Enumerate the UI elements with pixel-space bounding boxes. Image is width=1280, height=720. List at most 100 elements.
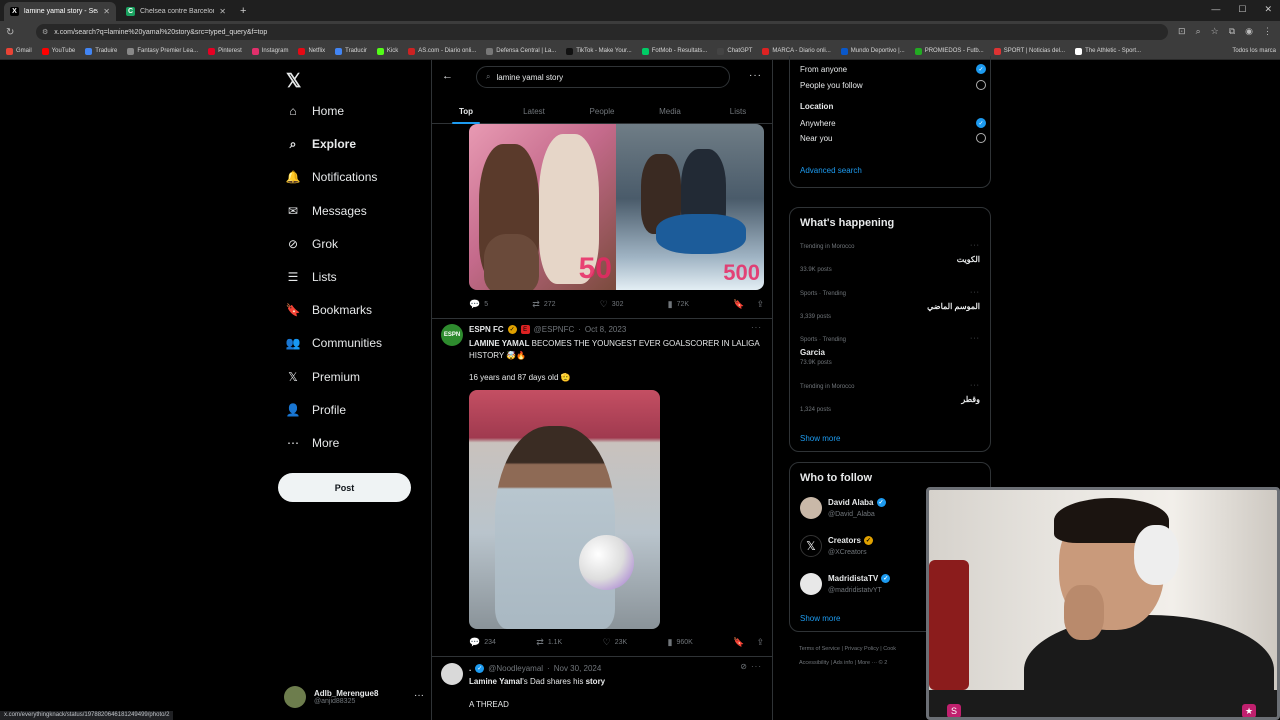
views-button[interactable]: ▮ 960K [668, 637, 693, 648]
follow-name[interactable]: Creators ✓ [828, 536, 873, 545]
avatar[interactable] [800, 497, 822, 519]
share-icon[interactable]: ⇪ [756, 637, 764, 648]
bookmark-item[interactable]: Traducir [335, 47, 367, 55]
trend-name[interactable]: الكويت [957, 255, 980, 264]
repost-button[interactable]: ⇄ 272 [532, 299, 555, 310]
follow-name[interactable]: MadridistaTV ✓ [828, 574, 891, 583]
close-tab-icon[interactable]: ✕ [219, 7, 226, 16]
tweet-date[interactable]: Nov 30, 2024 [554, 664, 602, 673]
tweet-author-name[interactable]: ESPN FC [469, 325, 504, 334]
trend-more-icon[interactable]: ··· [970, 242, 980, 249]
show-more-link[interactable]: Show more [800, 434, 840, 443]
site-info-icon[interactable]: ⚙ [42, 28, 48, 36]
trend-name[interactable]: الموسم الماضي [927, 302, 980, 311]
radio-checked-icon[interactable]: ✓ [976, 118, 986, 128]
bookmark-item[interactable]: Gmail [6, 47, 32, 55]
nav-item-communities[interactable]: 👥 Communities [286, 336, 383, 350]
filter-option[interactable]: People you follow [800, 80, 986, 90]
like-button[interactable]: ♡ 302 [600, 299, 624, 310]
tweet-author-handle[interactable]: @Noodleyamal [488, 664, 543, 673]
bookmark-item[interactable]: Fantasy Premier Lea... [127, 47, 198, 55]
bookmark-item[interactable]: Netflix [298, 47, 325, 55]
like-button[interactable]: ♡ 23K [603, 637, 628, 648]
filter-option[interactable]: Anywhere ✓ [800, 118, 986, 128]
more-options-icon[interactable]: ··· [749, 70, 762, 81]
nav-item-profile[interactable]: 👤 Profile [286, 403, 346, 417]
close-tab-icon[interactable]: ✕ [103, 7, 110, 16]
bookmark-item[interactable]: Pinterest [208, 47, 242, 55]
bookmark-item[interactable]: AS.com - Diario onli... [408, 47, 476, 55]
bookmark-item[interactable]: SPORT | Noticias del... [993, 47, 1065, 55]
nav-item-premium[interactable]: 𝕏 Premium [286, 370, 360, 384]
tweet-author-name[interactable]: . [469, 664, 471, 673]
close-window-icon[interactable]: ✕ [1264, 4, 1272, 15]
footer-link[interactable]: Accessibility [799, 660, 829, 666]
tab-top[interactable]: Top [432, 98, 500, 124]
omnibox[interactable]: ⚙ x.com/search?q=lamine%20yamal%20story&… [36, 24, 1168, 40]
profile-icon[interactable]: ◉ [1245, 26, 1253, 37]
repost-button[interactable]: ⇄ 1.1K [536, 637, 562, 648]
bookmark-item[interactable]: FotMob - Resultats... [641, 47, 707, 55]
follow-name[interactable]: David Alaba ✓ [828, 498, 886, 507]
star-icon[interactable]: ☆ [1211, 26, 1219, 37]
grok-icon[interactable]: ⊘ [740, 662, 748, 671]
install-icon[interactable]: ⊡ [1178, 26, 1186, 37]
avatar[interactable] [800, 573, 822, 595]
show-more-link[interactable]: Show more [800, 614, 840, 623]
footer-link[interactable]: Cook [883, 646, 896, 652]
bookmark-item[interactable]: MARCA - Diario onli... [762, 47, 831, 55]
footer-link[interactable]: Privacy Policy [844, 646, 878, 652]
bookmark-item[interactable]: TikTok - Make Your... [566, 47, 632, 55]
radio-unchecked-icon[interactable] [976, 80, 986, 90]
bookmark-item[interactable]: Kick [376, 47, 398, 55]
nav-item-bookmarks[interactable]: 🔖 Bookmarks [286, 303, 373, 317]
tweet-photo[interactable] [469, 390, 660, 629]
bookmark-button[interactable]: 🔖 ⇪ [733, 299, 764, 310]
avatar[interactable] [441, 663, 463, 685]
tab-lists[interactable]: Lists [704, 98, 772, 124]
reply-button[interactable]: 💬 5 [469, 299, 488, 310]
nav-item-messages[interactable]: ✉ Messages [286, 204, 367, 218]
all-bookmarks-button[interactable]: Todos los marca [1232, 48, 1276, 54]
bookmark-item[interactable]: ChatGPT [717, 47, 752, 55]
trend-more-icon[interactable]: ··· [970, 289, 980, 296]
tweet-photo[interactable]: 500 [616, 124, 764, 290]
bookmark-item[interactable]: Mundo Deportivo |... [840, 47, 905, 55]
tweet-photo[interactable]: 50 [469, 124, 616, 290]
views-button[interactable]: ▮ 72K [668, 299, 689, 310]
trend-name[interactable]: Garcia [800, 348, 825, 357]
trend-more-icon[interactable]: ··· [970, 335, 980, 342]
extensions-icon[interactable]: ⧉ [1229, 26, 1235, 37]
x-logo-icon[interactable]: 𝕏 [286, 70, 301, 93]
bookmark-button[interactable]: 🔖 ⇪ [733, 637, 764, 648]
tweet-more-icon[interactable]: ··· [751, 323, 762, 332]
reload-icon[interactable]: ↻ [6, 27, 14, 38]
bookmark-item[interactable]: PROMIEDOS - Futb... [914, 47, 984, 55]
tab-latest[interactable]: Latest [500, 98, 568, 124]
filter-option[interactable]: Near you [800, 133, 986, 143]
browser-tab[interactable]: C Chelsea contre Barcelona - sco ✕ [120, 2, 232, 21]
trend-name[interactable]: وقطر [961, 395, 980, 404]
back-arrow-icon[interactable]: ← [442, 70, 453, 82]
filter-option[interactable]: From anyone ✓ [800, 64, 986, 74]
advanced-search-link[interactable]: Advanced search [800, 166, 862, 175]
browser-tab-active[interactable]: X lamine yamal story - Search / X ✕ [4, 2, 116, 21]
maximize-icon[interactable]: ☐ [1238, 4, 1246, 15]
tweet-more-icon[interactable]: ··· [751, 662, 762, 671]
tab-people[interactable]: People [568, 98, 636, 124]
trend-more-icon[interactable]: ··· [970, 382, 980, 389]
new-tab-button[interactable]: + [240, 5, 246, 17]
menu-kebab-icon[interactable]: ⋮ [1263, 26, 1272, 37]
bookmark-item[interactable]: Defensa Central | La... [486, 47, 556, 55]
search-input[interactable]: ⌕ lamine yamal story [476, 66, 730, 88]
account-switcher[interactable]: Adlb_Merengue8 @anjid88325 ··· [284, 684, 424, 710]
bookmark-item[interactable]: Instagram [251, 47, 288, 55]
tweet-date[interactable]: Oct 8, 2023 [585, 325, 626, 334]
nav-item-grok[interactable]: ⊘ Grok [286, 237, 338, 251]
nav-item-lists[interactable]: ☰ Lists [286, 270, 337, 284]
account-more-icon[interactable]: ··· [414, 690, 424, 701]
bookmark-item[interactable]: Traduire [85, 47, 117, 55]
zoom-icon[interactable]: ⌕ [1196, 26, 1201, 37]
tweet-media-grid[interactable]: 50 500 [469, 124, 764, 290]
tweet-author-handle[interactable]: @ESPNFC [534, 325, 575, 334]
